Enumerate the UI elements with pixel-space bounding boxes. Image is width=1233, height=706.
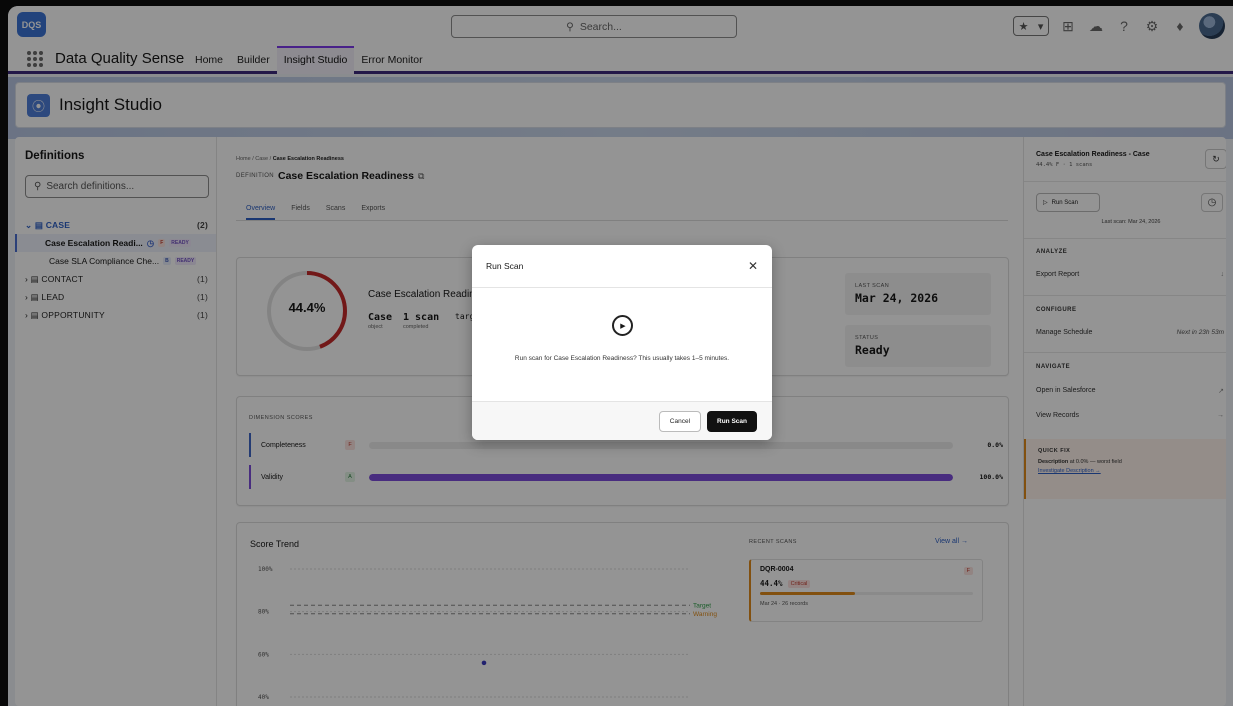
modal-header: Run Scan ✕ (472, 245, 772, 288)
run-scan-modal: Run Scan ✕ ▶ Run scan for Case Escalatio… (472, 245, 772, 440)
modal-title: Run Scan (486, 261, 524, 271)
modal-message: Run scan for Case Escalation Readiness? … (514, 355, 730, 362)
modal-footer: Cancel Run Scan (472, 401, 772, 440)
play-circle-icon: ▶ (611, 315, 633, 336)
modal-body: ▶ Run scan for Case Escalation Readiness… (472, 288, 772, 401)
cancel-button[interactable]: Cancel (658, 410, 702, 432)
close-icon[interactable]: ✕ (748, 259, 758, 273)
run-scan-confirm-button[interactable]: Run Scan (707, 410, 757, 432)
